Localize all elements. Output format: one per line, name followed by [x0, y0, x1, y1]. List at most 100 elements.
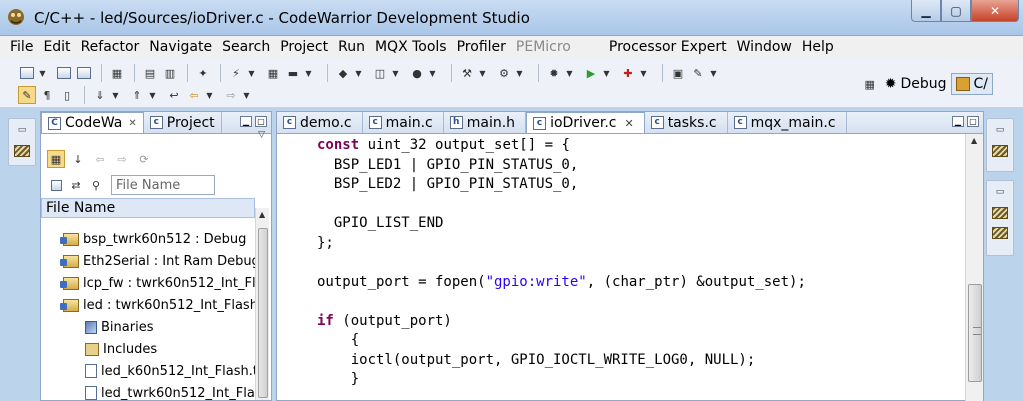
- open-perspective-icon[interactable]: ▦: [861, 75, 879, 93]
- restore-icon[interactable]: ▭: [12, 125, 32, 137]
- back-dropdown-icon[interactable]: ▼: [205, 86, 214, 104]
- code-text-area[interactable]: const uint_32 output_set[] = { BSP_LED1 …: [277, 134, 967, 401]
- save-icon[interactable]: [55, 64, 73, 82]
- minimize-view-icon[interactable]: ▁: [240, 116, 252, 127]
- build-project-icon[interactable]: ▤: [141, 64, 159, 82]
- restore-icon[interactable]: ▭: [990, 125, 1010, 137]
- last-edit-icon[interactable]: ↩: [165, 86, 183, 104]
- next-annotation-icon[interactable]: ⇓: [91, 86, 109, 104]
- menu-profiler[interactable]: Profiler: [457, 39, 506, 55]
- tab-iodriver-c[interactable]: c ioDriver.c ✕: [526, 112, 645, 133]
- tab-main-h[interactable]: h main.h: [444, 112, 527, 133]
- tab-tasks-c[interactable]: c tasks.c: [645, 112, 728, 133]
- block-selection-icon[interactable]: ▯: [58, 86, 76, 104]
- file-name-column-header[interactable]: File Name: [41, 198, 255, 218]
- debug-bug-icon[interactable]: ✹: [545, 64, 563, 82]
- collapse-all-icon[interactable]: [47, 176, 65, 194]
- close-tab-icon[interactable]: ✕: [624, 117, 633, 130]
- show-whitespace-icon[interactable]: ¶: [38, 86, 56, 104]
- menu-navigate[interactable]: Navigate: [149, 39, 212, 55]
- build-all-icon[interactable]: ▥: [161, 64, 179, 82]
- tree-item[interactable]: led_k60n512_Int_Flash.tt: [41, 360, 255, 382]
- tree-item[interactable]: led : twrk60n512_Int_Flash: [41, 294, 255, 316]
- target-dropdown-icon[interactable]: ▼: [515, 64, 524, 82]
- forward-icon[interactable]: ⇨: [222, 86, 240, 104]
- new-c-file-dropdown-icon[interactable]: ▼: [391, 64, 400, 82]
- tree-scrollbar[interactable]: ▲: [255, 208, 269, 400]
- run-dropdown-icon[interactable]: ▼: [602, 64, 611, 82]
- run-icon[interactable]: ▶: [582, 64, 600, 82]
- flash-icon[interactable]: ⚡: [227, 64, 245, 82]
- tree-item[interactable]: Eth2Serial : Int Ram Debug: [41, 250, 255, 272]
- tree-item[interactable]: lcp_fw : twrk60n512_Int_Fl: [41, 272, 255, 294]
- pen-icon[interactable]: ✎: [689, 64, 707, 82]
- new-class-icon[interactable]: ●: [408, 64, 426, 82]
- menu-project[interactable]: Project: [280, 39, 328, 55]
- external-tools-icon[interactable]: ✚: [619, 64, 637, 82]
- arm-icon[interactable]: ✦: [194, 64, 212, 82]
- scrollbar-thumb[interactable]: [258, 228, 268, 398]
- minimize-button[interactable]: ▁: [911, 0, 941, 22]
- minimized-view-icon[interactable]: [992, 207, 1008, 219]
- show-list-icon[interactable]: ▦: [47, 150, 65, 168]
- tab-mqx-main-c[interactable]: c mqx_main.c: [728, 112, 847, 133]
- forward-icon[interactable]: ⇨: [113, 150, 131, 168]
- restore-icon[interactable]: ▭: [990, 187, 1010, 199]
- tree-item[interactable]: bsp_twrk60n512 : Debug: [41, 228, 255, 250]
- menu-help[interactable]: Help: [802, 39, 834, 55]
- tab-demo-c[interactable]: c demo.c: [277, 112, 363, 133]
- previous-annotation-dropdown-icon[interactable]: ▼: [148, 86, 157, 104]
- minimized-view-icon[interactable]: [992, 227, 1008, 239]
- maximize-view-icon[interactable]: ▢: [255, 116, 267, 127]
- close-button[interactable]: ✕: [971, 0, 1019, 22]
- scrollbar-thumb[interactable]: [968, 284, 982, 382]
- editor-scrollbar[interactable]: ▲: [965, 134, 983, 401]
- binary-file-icon[interactable]: ▦: [264, 64, 282, 82]
- print-icon[interactable]: [75, 64, 93, 82]
- minimize-view-icon[interactable]: ▁: [952, 116, 964, 127]
- search-icon[interactable]: ⚲: [87, 176, 105, 194]
- menu-edit[interactable]: Edit: [43, 39, 70, 55]
- view-menu-icon[interactable]: ▽: [258, 130, 265, 140]
- new-class-dropdown-icon[interactable]: ▼: [428, 64, 437, 82]
- scroll-up-icon[interactable]: ▲: [259, 210, 265, 219]
- new-dropdown-icon[interactable]: ▼: [38, 64, 47, 82]
- memory-icon[interactable]: ▬: [284, 64, 302, 82]
- flash-dropdown-icon[interactable]: ▼: [247, 64, 256, 82]
- scroll-up-icon[interactable]: ▲: [971, 136, 977, 145]
- tree-item[interactable]: Includes: [41, 338, 255, 360]
- menu-processor-expert[interactable]: Processor Expert: [609, 39, 727, 55]
- file-name-filter-input[interactable]: [111, 175, 215, 195]
- tree-item[interactable]: led_twrk60n512_Int_Flas: [41, 382, 255, 401]
- tab-project[interactable]: c Project: [144, 112, 222, 133]
- open-type-dropdown-icon[interactable]: ▼: [354, 64, 363, 82]
- memory-dropdown-icon[interactable]: ▼: [304, 64, 313, 82]
- tab-main-c[interactable]: c main.c: [363, 112, 444, 133]
- menu-search[interactable]: Search: [222, 39, 270, 55]
- previous-annotation-icon[interactable]: ⇑: [128, 86, 146, 104]
- debug-dropdown-icon[interactable]: ▼: [565, 64, 574, 82]
- back-icon[interactable]: ⇦: [91, 150, 109, 168]
- menu-mqx-tools[interactable]: MQX Tools: [375, 39, 447, 55]
- pen-dropdown-icon[interactable]: ▼: [709, 64, 718, 82]
- menu-file[interactable]: File: [10, 39, 33, 55]
- maximize-button[interactable]: ▢: [941, 0, 971, 22]
- codewarrior-app-icon[interactable]: [6, 7, 26, 27]
- new-icon[interactable]: [18, 64, 36, 82]
- close-tab-icon[interactable]: ✕: [128, 118, 136, 129]
- debug-perspective-button[interactable]: ✹ Debug: [881, 74, 951, 94]
- forward-dropdown-icon[interactable]: ▼: [242, 86, 251, 104]
- cpp-perspective-button[interactable]: C/: [950, 73, 993, 95]
- tab-codewarrior-projects[interactable]: C CodeWa ✕: [41, 112, 144, 133]
- minimized-view-icon[interactable]: [992, 145, 1008, 157]
- hammer-build-icon[interactable]: ⚒: [458, 64, 476, 82]
- menu-run[interactable]: Run: [338, 39, 365, 55]
- maximize-view-icon[interactable]: ▢: [967, 116, 979, 127]
- build-dropdown-icon[interactable]: ▼: [478, 64, 487, 82]
- minimized-view-icon[interactable]: [14, 145, 30, 157]
- next-annotation-dropdown-icon[interactable]: ▼: [111, 86, 120, 104]
- binary-icon[interactable]: ▦: [108, 64, 126, 82]
- tree-item[interactable]: Binaries: [41, 316, 255, 338]
- new-c-file-icon[interactable]: ◫: [371, 64, 389, 82]
- open-type-icon[interactable]: ◆: [334, 64, 352, 82]
